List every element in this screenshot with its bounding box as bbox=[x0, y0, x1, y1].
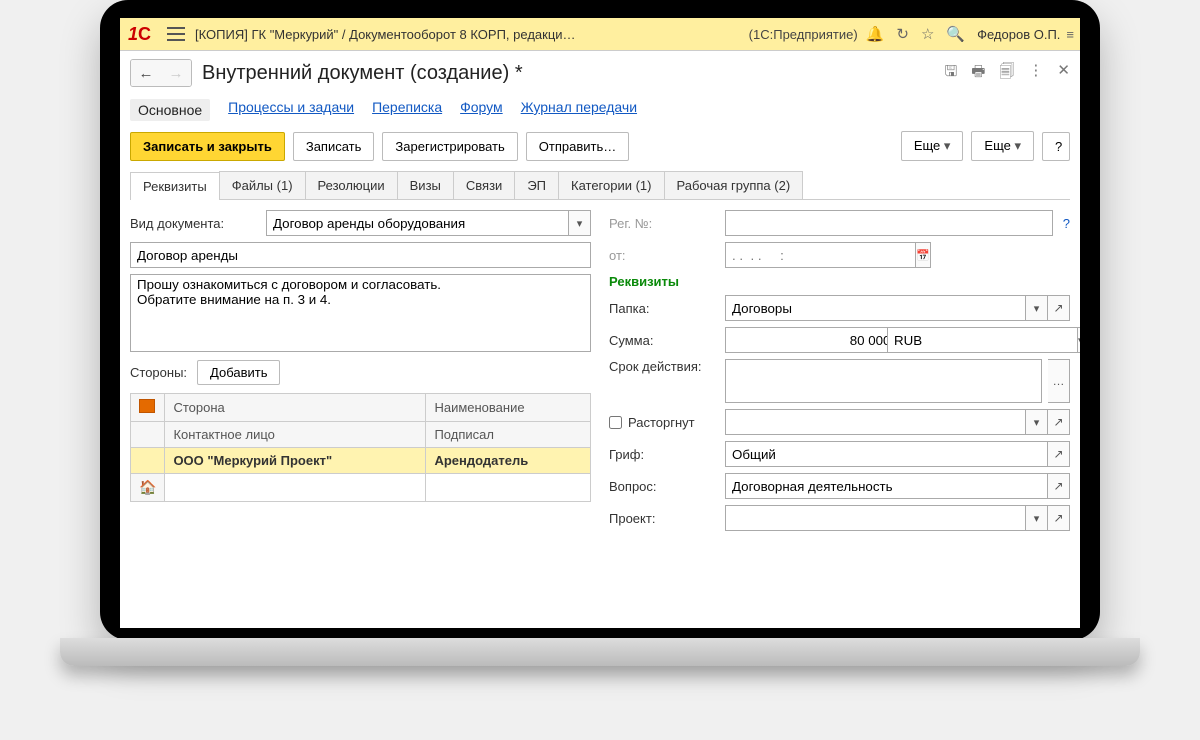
tab-resolutions[interactable]: Резолюции bbox=[305, 171, 398, 199]
regnum-help-icon[interactable]: ? bbox=[1063, 216, 1070, 231]
terminated-drop-icon[interactable]: ▾ bbox=[1026, 409, 1048, 435]
grif-input[interactable] bbox=[725, 441, 1048, 467]
doctype-label: Вид документа: bbox=[130, 216, 260, 231]
party-name: Арендодатель bbox=[426, 448, 591, 474]
party-side: ООО "Меркурий Проект" bbox=[165, 448, 426, 474]
app-subtitle: (1С:Предприятие) bbox=[749, 27, 858, 42]
nav-back-button[interactable]: ← bbox=[131, 60, 161, 86]
app-topbar: [КОПИЯ] ГК "Меркурий" / Документооборот … bbox=[120, 18, 1080, 50]
currency-input[interactable] bbox=[887, 327, 1078, 353]
tab-links[interactable]: Связи bbox=[453, 171, 515, 199]
search-icon[interactable]: 🔍 bbox=[946, 25, 965, 43]
close-icon[interactable]: ✕ bbox=[1057, 61, 1070, 86]
bell-icon[interactable]: 🔔 bbox=[866, 25, 885, 43]
calendar-icon[interactable]: 📅 bbox=[916, 242, 931, 268]
hamburger-right-icon[interactable]: ≡ bbox=[1066, 27, 1074, 42]
app-title: [КОПИЯ] ГК "Меркурий" / Документооборот … bbox=[195, 27, 737, 42]
sum-label: Сумма: bbox=[609, 333, 719, 348]
folder-drop-icon[interactable]: ▾ bbox=[1026, 295, 1048, 321]
project-open-icon[interactable]: ↗ bbox=[1048, 505, 1070, 531]
doc-title: Внутренний документ (создание) * bbox=[202, 62, 934, 85]
date-label: от: bbox=[609, 248, 719, 263]
question-input[interactable] bbox=[725, 473, 1048, 499]
project-input[interactable] bbox=[725, 505, 1026, 531]
parties-label: Стороны: bbox=[130, 365, 187, 380]
register-button[interactable]: Зарегистрировать bbox=[382, 132, 517, 161]
tab-processes[interactable]: Процессы и задачи bbox=[228, 99, 354, 121]
question-label: Вопрос: bbox=[609, 479, 719, 494]
grif-open-icon[interactable]: ↗ bbox=[1048, 441, 1070, 467]
tab-main[interactable]: Основное bbox=[130, 99, 210, 121]
tab-ep[interactable]: ЭП bbox=[514, 171, 559, 199]
doc-header: ← → Внутренний документ (создание) * 🖫 🖶… bbox=[120, 51, 1080, 95]
terminated-input[interactable] bbox=[725, 409, 1026, 435]
tab-categories[interactable]: Категории (1) bbox=[558, 171, 665, 199]
command-bar: Записать и закрыть Записать Зарегистриро… bbox=[120, 131, 1080, 171]
terminated-label: Расторгнут bbox=[628, 415, 695, 430]
print-icon[interactable]: 🖶 bbox=[971, 61, 985, 86]
project-drop-icon[interactable]: ▾ bbox=[1026, 505, 1048, 531]
terminated-checkbox[interactable] bbox=[609, 416, 622, 429]
help-button[interactable]: ? bbox=[1042, 132, 1070, 161]
project-label: Проект: bbox=[609, 511, 719, 526]
doctype-dropdown-icon[interactable]: ▾ bbox=[569, 210, 591, 236]
house-icon: 🏠 bbox=[139, 479, 156, 496]
party-row-empty[interactable]: 🏠 bbox=[131, 474, 591, 502]
add-party-button[interactable]: Добавить bbox=[197, 360, 280, 385]
right-column: Рег. №: ? от: 📅 Реквизиты Папка: bbox=[609, 210, 1070, 537]
folder-open-icon[interactable]: ↗ bbox=[1048, 295, 1070, 321]
save-button[interactable]: Записать bbox=[293, 132, 375, 161]
party-row[interactable]: ООО "Меркурий Проект" Арендодатель bbox=[131, 448, 591, 474]
star-icon[interactable]: ☆ bbox=[921, 25, 934, 43]
envelope-icon bbox=[139, 399, 155, 413]
tab-forum[interactable]: Форум bbox=[460, 99, 503, 121]
tab-files[interactable]: Файлы (1) bbox=[219, 171, 306, 199]
section-title: Реквизиты bbox=[609, 274, 719, 289]
date-input[interactable] bbox=[725, 242, 916, 268]
save-close-button[interactable]: Записать и закрыть bbox=[130, 132, 285, 161]
tab-correspondence[interactable]: Переписка bbox=[372, 99, 442, 121]
history-icon[interactable]: ↻ bbox=[896, 25, 909, 43]
term-textarea[interactable] bbox=[725, 359, 1042, 403]
col-contact: Контактное лицо bbox=[165, 422, 426, 448]
logo-1c bbox=[128, 24, 151, 45]
doctype-input[interactable] bbox=[266, 210, 569, 236]
question-open-icon[interactable]: ↗ bbox=[1048, 473, 1070, 499]
tab-visas[interactable]: Визы bbox=[397, 171, 454, 199]
nav-forward-button: → bbox=[161, 60, 191, 86]
form-tabstrip: Реквизиты Файлы (1) Резолюции Визы Связи… bbox=[130, 171, 1070, 200]
currency-drop-icon[interactable]: ▾ bbox=[1078, 327, 1080, 353]
tab-journal[interactable]: Журнал передачи bbox=[521, 99, 637, 121]
parties-table: Сторона Наименование Контактное лицо Под… bbox=[130, 393, 591, 502]
folder-label: Папка: bbox=[609, 301, 719, 316]
current-user[interactable]: Федоров О.П. bbox=[977, 27, 1060, 42]
left-column: Вид документа: ▾ Прошу ознакомиться с до… bbox=[130, 210, 591, 537]
col-signed: Подписал bbox=[426, 422, 591, 448]
grif-label: Гриф: bbox=[609, 447, 719, 462]
more-2-button[interactable]: Еще bbox=[971, 131, 1034, 161]
docname-input[interactable] bbox=[130, 242, 591, 268]
menu-icon[interactable] bbox=[167, 27, 185, 41]
regnum-label: Рег. №: bbox=[609, 216, 719, 231]
term-label: Срок действия: bbox=[609, 359, 719, 374]
kebab-icon[interactable]: ⋮ bbox=[1028, 61, 1043, 86]
regnum-input[interactable] bbox=[725, 210, 1053, 236]
col-name: Наименование bbox=[426, 394, 591, 422]
attach-icon[interactable]: 🗐 bbox=[999, 61, 1014, 86]
send-button[interactable]: Отправить… bbox=[526, 132, 629, 161]
term-more-icon[interactable]: … bbox=[1048, 359, 1070, 403]
terminated-open-icon[interactable]: ↗ bbox=[1048, 409, 1070, 435]
nav-tabs: Основное Процессы и задачи Переписка Фор… bbox=[120, 95, 1080, 131]
tab-workgroup[interactable]: Рабочая группа (2) bbox=[664, 171, 804, 199]
save-disk-icon[interactable]: 🖫 bbox=[944, 61, 957, 86]
more-1-button[interactable]: Еще bbox=[901, 131, 964, 161]
col-side: Сторона bbox=[165, 394, 426, 422]
folder-input[interactable] bbox=[725, 295, 1026, 321]
description-textarea[interactable]: Прошу ознакомиться с договором и согласо… bbox=[130, 274, 591, 352]
tab-requisites[interactable]: Реквизиты bbox=[130, 172, 220, 200]
